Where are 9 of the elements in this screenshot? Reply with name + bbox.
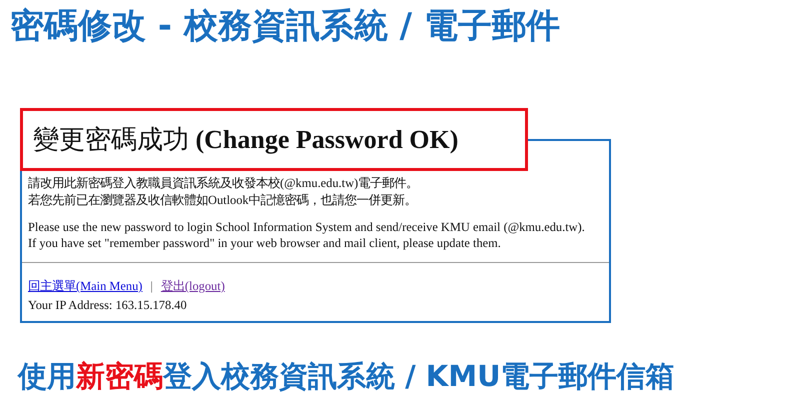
ip-address-text: Your IP Address: 163.15.178.40	[28, 296, 188, 314]
message-paragraph: 請改用此新密碼登入教職員資訊系統及收發本校(@kmu.edu.tw)電子郵件。 若您先前已在瀏覽器及收信軟體如Outlook中記憶密碼，也請您一併更新。	[28, 175, 420, 209]
page-heading: 變更密碼成功 (Change Password OK)	[33, 124, 458, 156]
message-paragraph: Please use the new password to login School Information System and send/receive KMU email (@kmu.edu.tw). If you have set "remember password" in your web browser and mail client, please update them.	[28, 218, 586, 252]
nav-link[interactable]: 登出(logout)	[160, 279, 225, 294]
link-separator: |	[150, 279, 153, 294]
nav-link[interactable]: 回主選單(Main Menu)	[28, 279, 142, 294]
slide-title: 密碼修改 - 校務資訊系統 / 電子郵件	[9, 5, 561, 48]
slide-caption: 使用新密碼登入校務資訊系統 / KMU電子郵件信箱	[18, 358, 676, 396]
